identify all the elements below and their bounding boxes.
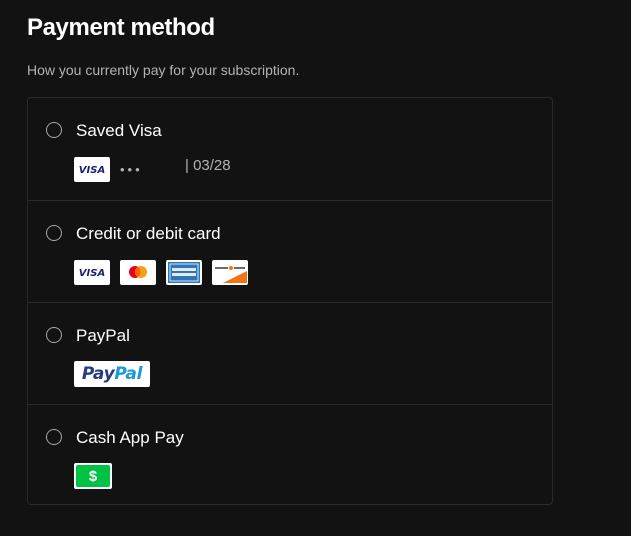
paypal-logo-part1: Pay [81, 364, 115, 384]
paypal-logos: Pay Pal [74, 361, 150, 387]
option-label-card: Credit or debit card [76, 224, 221, 243]
radio-cash-app[interactable] [46, 429, 62, 445]
cash-app-dollar: $ [76, 465, 110, 487]
card-brand-logos: VISA [74, 259, 258, 285]
discover-icon [212, 259, 248, 285]
visa-icon: VISA [74, 156, 110, 182]
masked-card-number: ••• [120, 161, 143, 177]
svg-text:VISA: VISA [79, 165, 105, 175]
cash-app-icon: $ [74, 463, 112, 489]
page-subtitle: How you currently pay for your subscript… [27, 62, 300, 78]
option-label-cash-app: Cash App Pay [76, 428, 184, 447]
mastercard-icon [120, 259, 156, 285]
paypal-logo-part2: Pal [114, 364, 143, 384]
payment-option-cash-app[interactable]: Cash App Pay $ [28, 404, 552, 504]
paypal-logo: Pay Pal [74, 361, 150, 387]
radio-paypal[interactable] [46, 327, 62, 343]
option-label-paypal: PayPal [76, 326, 130, 345]
cash-app-logos: $ [74, 463, 112, 489]
card-expiry: | 03/28 [185, 157, 231, 174]
payment-option-paypal[interactable]: PayPal Pay Pal [28, 302, 552, 404]
option-label-saved-visa: Saved Visa [76, 121, 162, 140]
visa-icon: VISA [74, 259, 110, 285]
saved-visa-logos: VISA ••• [74, 156, 143, 182]
svg-text:VISA: VISA [79, 268, 105, 278]
payment-method-page: Payment method How you currently pay for… [0, 0, 631, 536]
payment-method-list: Saved Visa VISA ••• | 03/28 Credit or de… [27, 97, 553, 505]
payment-option-card[interactable]: Credit or debit card VISA [28, 200, 552, 302]
radio-card[interactable] [46, 225, 62, 241]
radio-saved-visa[interactable] [46, 122, 62, 138]
amex-icon [166, 259, 202, 285]
page-title: Payment method [27, 14, 215, 41]
payment-option-saved-visa[interactable]: Saved Visa VISA ••• | 03/28 [28, 98, 552, 200]
